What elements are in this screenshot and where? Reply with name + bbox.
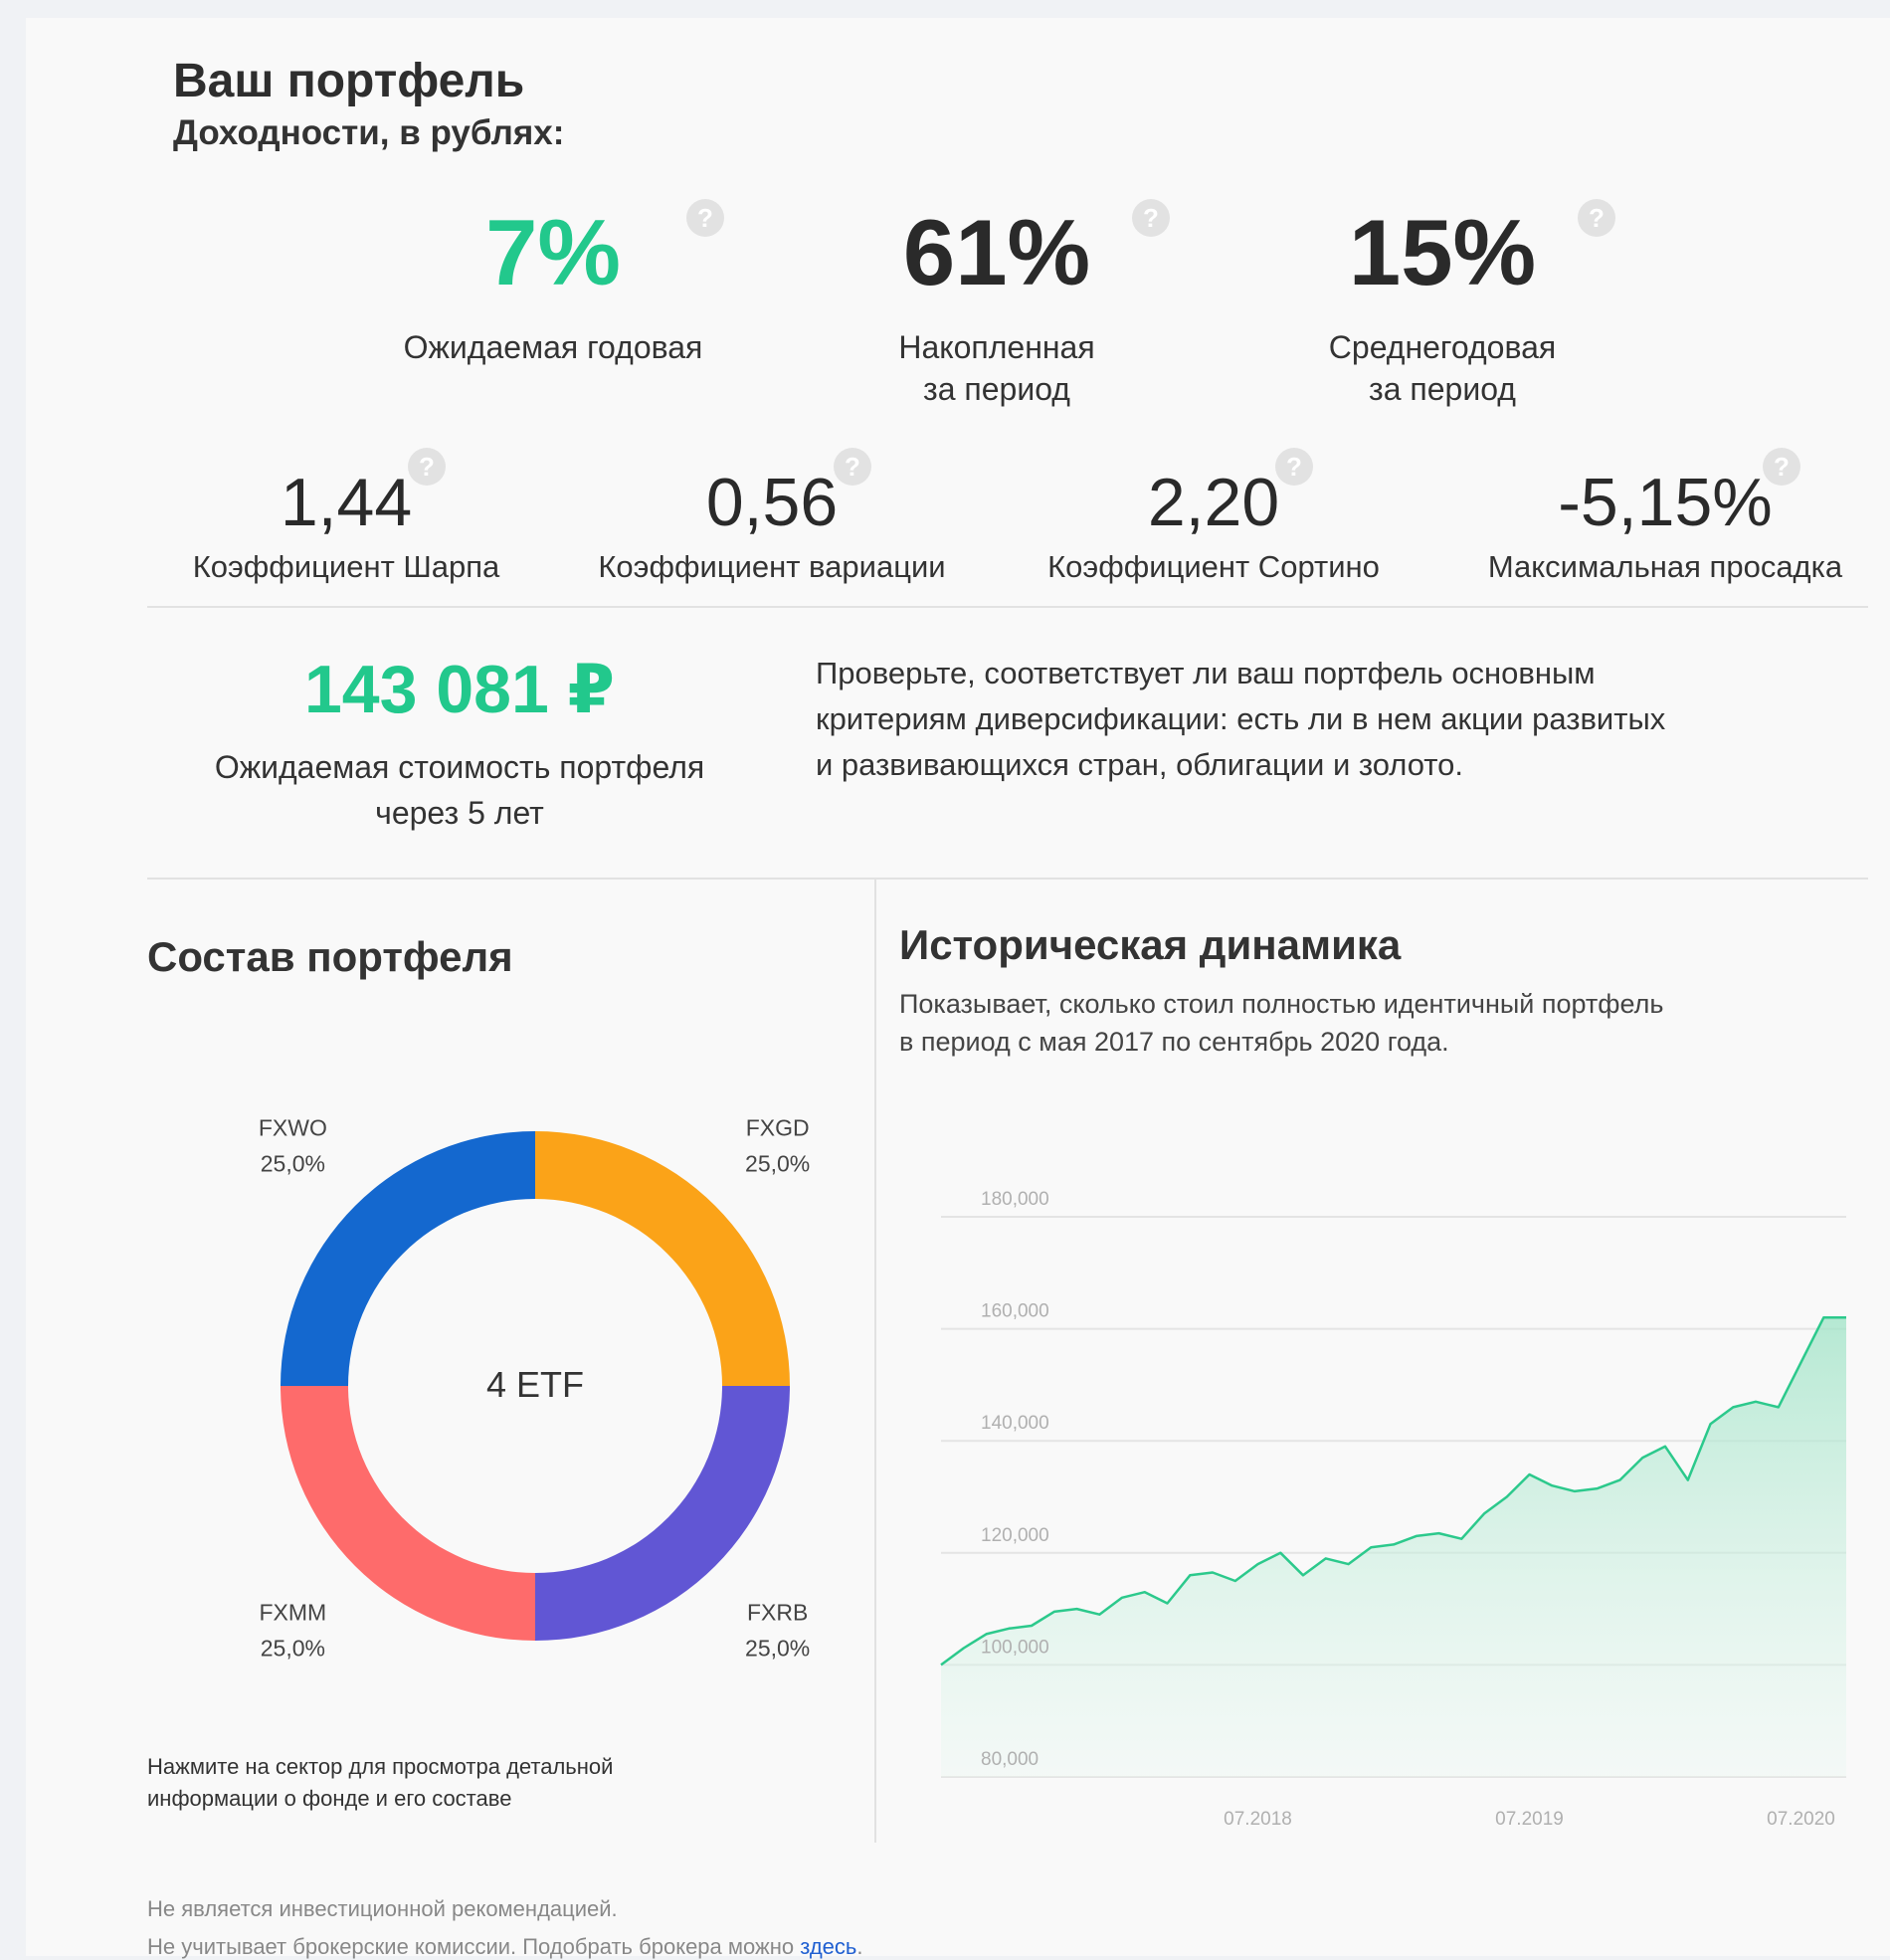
divider — [147, 606, 1868, 608]
expected-portfolio-value: 143 081 ₽ — [303, 652, 615, 727]
history-area-chart: 80,000 100,000 120,000 140,000 160,000 180,00… — [940, 1189, 1846, 1830]
variation-coefficient-label: Коэффициент вариации — [598, 549, 946, 584]
y-tick-label: 100,000 — [981, 1637, 1049, 1658]
expected-annual-return-label: Ожидаемая годовая — [403, 329, 703, 365]
broker-note: Не учитывает брокерские комиссии. Подобр… — [147, 1934, 862, 1960]
donut-label-fxrb: FXRB — [747, 1600, 808, 1626]
accumulated-return-label: Накопленная — [898, 329, 1095, 365]
donut-label-fxwo: FXWO — [259, 1114, 327, 1140]
y-tick-label: 140,000 — [981, 1413, 1049, 1434]
broker-note-end: . — [856, 1934, 863, 1959]
donut-value-fxwo: 25,0% — [261, 1150, 325, 1176]
broker-note-text: Не учитывает брокерские комиссии. Подобр… — [147, 1934, 801, 1959]
average-annual-return-value: 15% — [1348, 200, 1537, 304]
diversification-advice-line1: Проверьте, соответствует ли ваш портфель… — [816, 656, 1596, 690]
broker-link[interactable]: здесь — [800, 1934, 856, 1959]
sortino-ratio-label: Коэффициент Сортино — [1047, 549, 1380, 584]
y-tick-label: 180,000 — [981, 1189, 1049, 1210]
composition-title: Состав портфеля — [147, 933, 513, 980]
donut-label-fxmm: FXMM — [259, 1600, 326, 1626]
vertical-divider — [874, 880, 876, 1843]
sortino-ratio-value: 2,20 — [1147, 465, 1280, 540]
donut-center-label: 4 ETF — [486, 1364, 584, 1405]
y-tick-label: 80,000 — [981, 1749, 1039, 1770]
sharpe-ratio-value: 1,44 — [280, 465, 413, 540]
y-tick-label: 160,000 — [981, 1301, 1049, 1322]
x-tick-label: 07.2018 — [1224, 1809, 1292, 1830]
diversification-advice-line3: и развивающихся стран, облигации и золот… — [816, 747, 1463, 782]
help-icon[interactable]: ? — [834, 448, 871, 486]
average-annual-return-label: Среднегодовая — [1328, 329, 1557, 365]
donut-value-fxgd: 25,0% — [745, 1150, 810, 1176]
max-drawdown-label: Максимальная просадка — [1487, 549, 1843, 584]
donut-hint-line2: информации о фонде и его составе — [147, 1786, 512, 1811]
help-icon[interactable]: ? — [1578, 199, 1615, 237]
series-area — [941, 1317, 1846, 1777]
max-drawdown-value: -5,15% — [1558, 465, 1773, 540]
help-icon[interactable]: ? — [686, 199, 724, 237]
page-subtitle: Доходности, в рублях: — [173, 113, 565, 152]
expected-portfolio-value-label-line2: через 5 лет — [375, 795, 544, 831]
accumulated-return-value: 61% — [902, 200, 1091, 304]
donut-value-fxrb: 25,0% — [745, 1636, 810, 1662]
expected-annual-return-value: 7% — [485, 200, 621, 304]
portfolio-donut-chart: FXGD 25,0% FXRB 25,0% FXMM 25,0% FXWO 25,0% 4 E… — [259, 1114, 810, 1662]
sharpe-ratio-label: Коэффициент Шарпа — [192, 549, 500, 584]
x-tick-label: 07.2020 — [1767, 1809, 1835, 1830]
x-tick-label: 07.2019 — [1495, 1809, 1564, 1830]
expected-portfolio-value-label: Ожидаемая стоимость портфеля — [214, 749, 705, 785]
average-annual-return-label-line2: за период — [1369, 371, 1516, 407]
portfolio-card: Ваш портфель Доходности, в рублях: 7% ? … — [26, 18, 1890, 1959]
help-icon[interactable]: ? — [1763, 448, 1800, 486]
donut-value-fxmm: 25,0% — [261, 1636, 325, 1662]
page-title: Ваш портфель — [173, 55, 525, 107]
donut-label-fxgd: FXGD — [746, 1114, 810, 1140]
help-icon[interactable]: ? — [1275, 448, 1313, 486]
history-desc-line1: Показывает, сколько стоил полностью иден… — [899, 989, 1664, 1019]
diversification-advice-line2: критериям диверсификации: есть ли в нем … — [816, 701, 1666, 736]
history-title: Историческая динамика — [899, 921, 1402, 968]
help-icon[interactable]: ? — [408, 448, 446, 486]
history-desc-line2: в период с мая 2017 по сентябрь 2020 год… — [899, 1027, 1449, 1057]
disclaimer: Не является инвестиционной рекомендацией… — [147, 1896, 618, 1921]
variation-coefficient-value: 0,56 — [705, 465, 839, 540]
accumulated-return-label-line2: за период — [923, 371, 1070, 407]
y-tick-label: 120,000 — [981, 1525, 1049, 1546]
donut-hint-line1: Нажмите на сектор для просмотра детально… — [147, 1754, 614, 1779]
divider — [147, 878, 1868, 880]
help-icon[interactable]: ? — [1132, 199, 1170, 237]
